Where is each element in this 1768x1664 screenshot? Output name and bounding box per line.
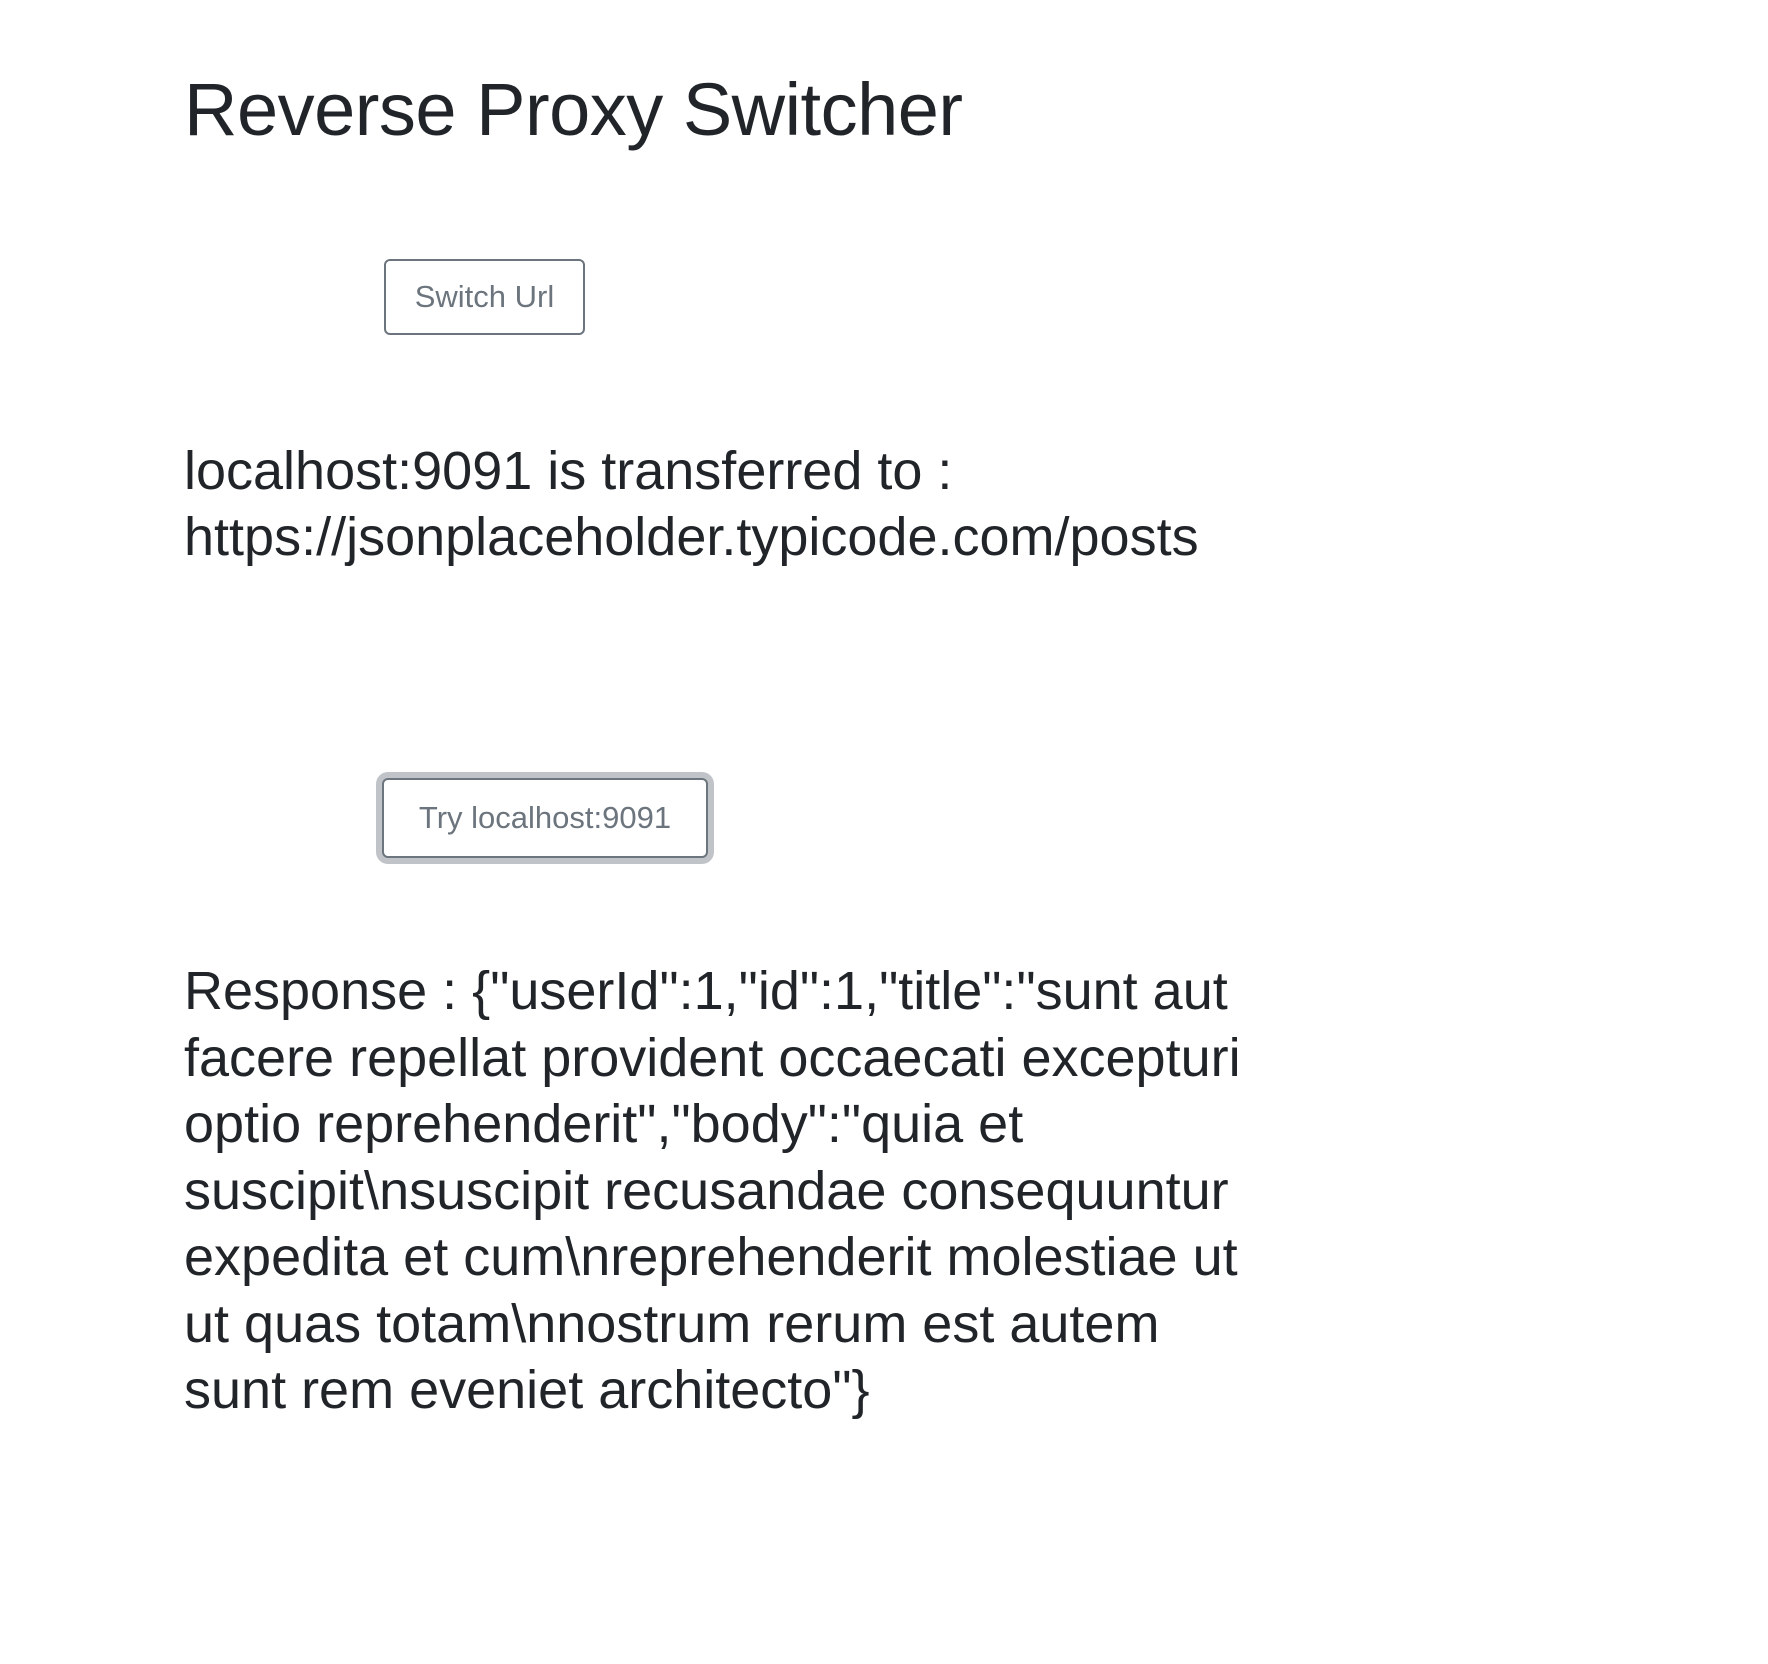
response-output: Response : {"userId":1,"id":1,"title":"s… (184, 961, 1241, 1420)
transfer-status: localhost:9091 is transferred to : https… (184, 438, 1484, 570)
switch-url-button[interactable]: Switch Url (384, 259, 585, 335)
transfer-source-text: localhost:9091 is transferred to : (184, 441, 953, 501)
transfer-target-url: https://jsonplaceholder.typicode.com/pos… (184, 507, 1199, 567)
page-title: Reverse Proxy Switcher (184, 68, 963, 151)
try-localhost-button[interactable]: Try localhost:9091 (382, 778, 708, 858)
